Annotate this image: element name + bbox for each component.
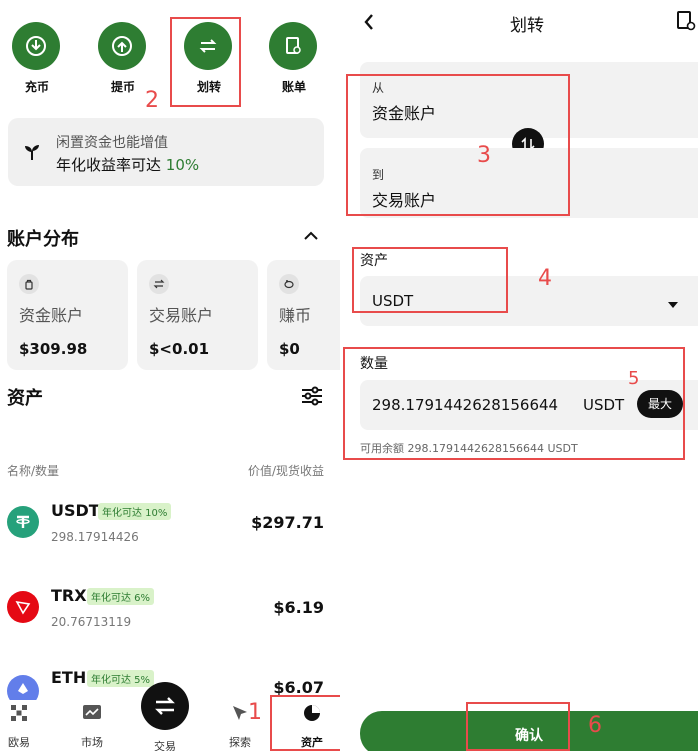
asset-symbol: ETH	[51, 668, 87, 687]
annotation-number-1: 1	[248, 700, 262, 725]
asset-symbol: TRX	[51, 586, 87, 605]
annotation-number-2: 2	[145, 88, 159, 113]
chart-icon	[72, 704, 112, 722]
nav-label: 欧易	[8, 736, 30, 749]
annotation-box-asset	[352, 247, 508, 313]
quick-action-deposit[interactable]: 充币	[12, 22, 62, 95]
back-chevron-icon[interactable]	[362, 12, 376, 36]
nav-label: 探索	[229, 736, 251, 749]
account-card-trading[interactable]: 交易账户 $<0.01	[137, 260, 258, 370]
apy-badge: 年化可达 10%	[98, 503, 172, 520]
nav-label: 交易	[154, 740, 176, 751]
withdraw-label: 提币	[110, 80, 135, 94]
bill-label: 账单	[281, 80, 306, 94]
annotation-number-6: 6	[588, 713, 602, 738]
quick-action-bill[interactable]: 账单	[269, 22, 319, 95]
home-icon	[0, 704, 38, 722]
annotation-box-confirm	[466, 702, 570, 751]
promo-line2: 年化收益率可达 10%	[56, 154, 199, 175]
right-pane: 划转 从 资金账户 到 交易账户 资产 USDT 数量 298.17914426…	[340, 0, 698, 751]
trade-icon	[141, 682, 189, 730]
assets-col-left: 名称/数量	[7, 464, 60, 478]
account-card-value: $0	[279, 340, 300, 358]
asset-symbol: USDT	[51, 501, 100, 520]
assets-title: 资产	[7, 388, 43, 409]
page-title: 划转	[510, 16, 544, 36]
annotation-box-transfer	[170, 17, 241, 107]
deposit-label: 充币	[24, 80, 49, 94]
asset-value: $6.19	[273, 598, 324, 617]
nav-label: 市场	[81, 736, 103, 749]
asset-row-trx[interactable]: TRX 年化可达 6% 20.76713119 $6.19	[0, 580, 340, 640]
wallet-icon	[19, 274, 39, 294]
quick-action-withdraw[interactable]: 提币	[98, 22, 148, 95]
promo-banner[interactable]: 闲置资金也能增值 年化收益率可达 10%	[8, 118, 324, 186]
account-card-funding[interactable]: 资金账户 $309.98	[7, 260, 128, 370]
collapse-chevron-icon[interactable]	[302, 228, 320, 247]
account-card-value: $309.98	[19, 340, 88, 358]
trx-coin-icon	[7, 591, 39, 623]
promo-line2-prefix: 年化收益率可达	[56, 156, 166, 174]
account-card-name: 赚币	[279, 306, 312, 325]
account-card-value: $<0.01	[149, 340, 210, 358]
annotation-box-assets-tab	[270, 695, 342, 751]
usdt-coin-icon	[7, 506, 39, 538]
apy-badge: 年化可达 6%	[87, 588, 155, 605]
swap-icon	[149, 274, 169, 294]
bill-icon	[269, 22, 317, 70]
deposit-icon	[12, 22, 60, 70]
withdraw-icon	[98, 22, 146, 70]
account-distribution-title: 账户分布	[7, 229, 79, 250]
filter-sliders-icon[interactable]	[300, 385, 324, 411]
annotation-number-4: 4	[538, 266, 552, 291]
nav-trade[interactable]: 交易	[140, 682, 190, 751]
history-icon[interactable]	[676, 10, 696, 36]
dropdown-caret-icon	[667, 295, 679, 314]
left-pane: 充币 提币 划转 账单 闲置资金也能增值 年化收益率可达 10% 账户分布 资金…	[0, 0, 342, 751]
asset-amount: 298.17914426	[51, 530, 139, 544]
annotation-box-from-to	[346, 74, 570, 216]
account-card-earn[interactable]: 赚币 $0	[267, 260, 340, 370]
sprout-icon	[22, 142, 42, 166]
asset-value: $297.71	[251, 513, 324, 532]
annotation-number-3: 3	[477, 143, 491, 168]
account-card-name: 资金账户	[19, 306, 84, 325]
nav-market[interactable]: 市场	[72, 704, 112, 750]
promo-rate: 10%	[165, 156, 200, 174]
promo-line1: 闲置资金也能增值	[56, 135, 168, 151]
piggy-icon	[279, 274, 299, 294]
asset-amount: 20.76713119	[51, 615, 132, 629]
nav-home[interactable]: 欧易	[0, 704, 38, 750]
annotation-number-5: 5	[628, 368, 640, 389]
assets-col-right: 价值/现货收益	[247, 464, 324, 478]
asset-row-usdt[interactable]: USDT 年化可达 10% 298.17914426 $297.71	[0, 495, 340, 555]
account-card-name: 交易账户	[149, 306, 214, 325]
annotation-box-amount	[343, 347, 685, 460]
